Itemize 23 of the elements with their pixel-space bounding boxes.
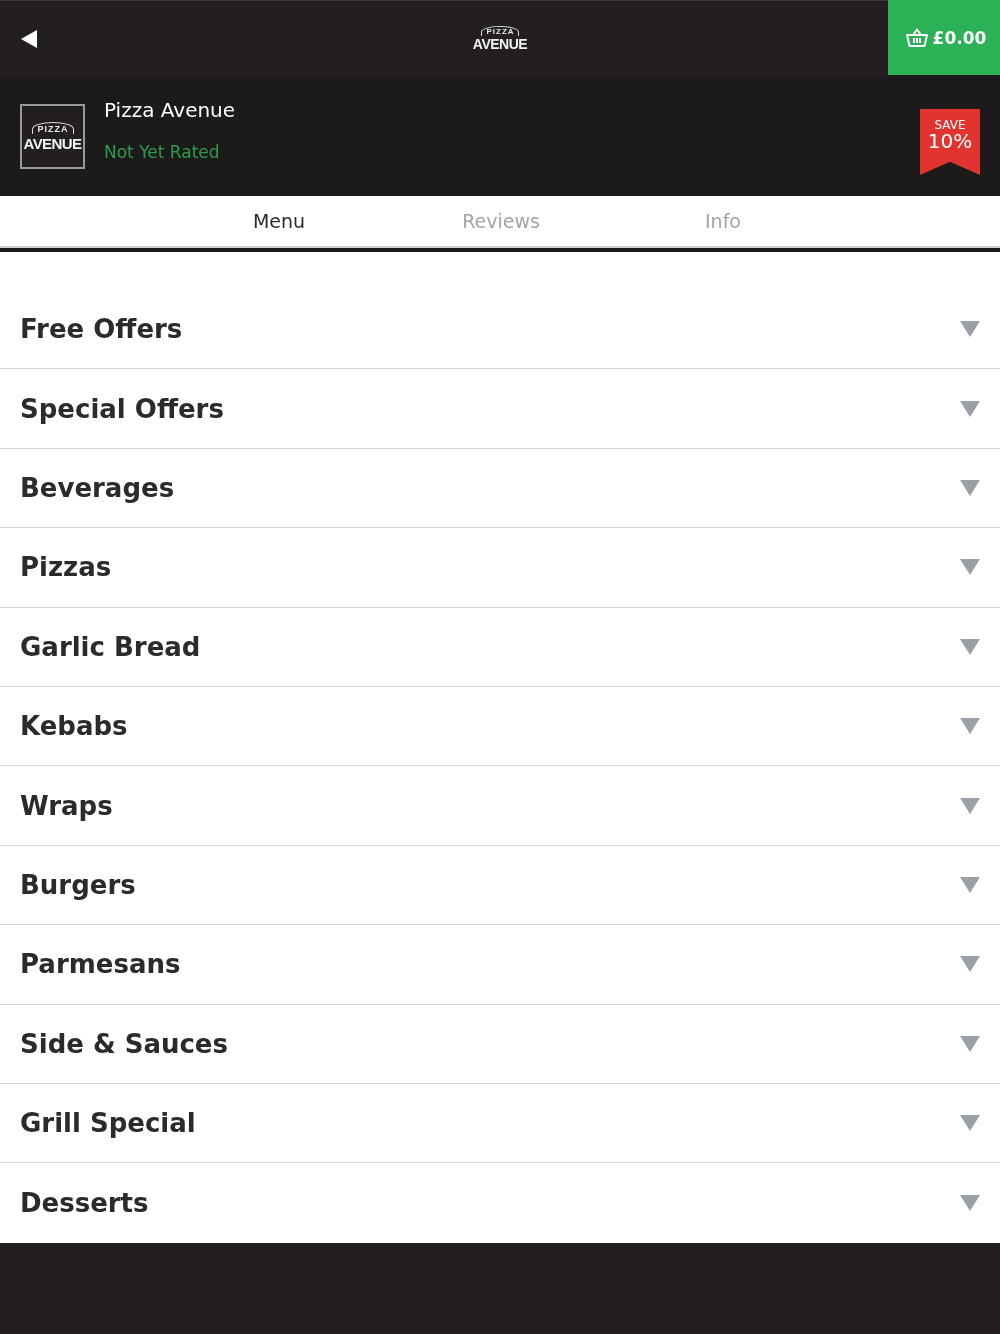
category-label: Pizzas [20, 552, 112, 583]
back-icon[interactable] [21, 29, 37, 48]
category-label: Burgers [20, 869, 136, 900]
category-label: Garlic Bread [20, 631, 201, 662]
category-label: Free Offers [20, 314, 183, 345]
logo-wordmark: AVENUE [23, 135, 82, 151]
basket-icon [905, 28, 928, 47]
ribbon-label: SAVE [934, 119, 966, 131]
logo-banner-text: PIZZA [31, 121, 74, 134]
logo-banner-text: PIZZA [481, 26, 519, 36]
ribbon-value: 10% [927, 131, 973, 152]
category-label: Beverages [20, 472, 175, 503]
category-label: Side & Sauces [20, 1028, 228, 1059]
category-label: Kebabs [20, 711, 128, 742]
logo-wordmark: AVENUE [472, 37, 528, 51]
category-label: Wraps [20, 790, 113, 821]
restaurant-name: Pizza Avenue [104, 98, 236, 122]
category-label: Special Offers [20, 393, 224, 424]
category-label: Parmesans [20, 949, 181, 980]
category-label: Grill Special [20, 1108, 196, 1139]
rating-text: Not Yet Rated [104, 142, 221, 162]
category-label: Desserts [20, 1188, 149, 1218]
tab[interactable]: Menu [168, 196, 390, 246]
